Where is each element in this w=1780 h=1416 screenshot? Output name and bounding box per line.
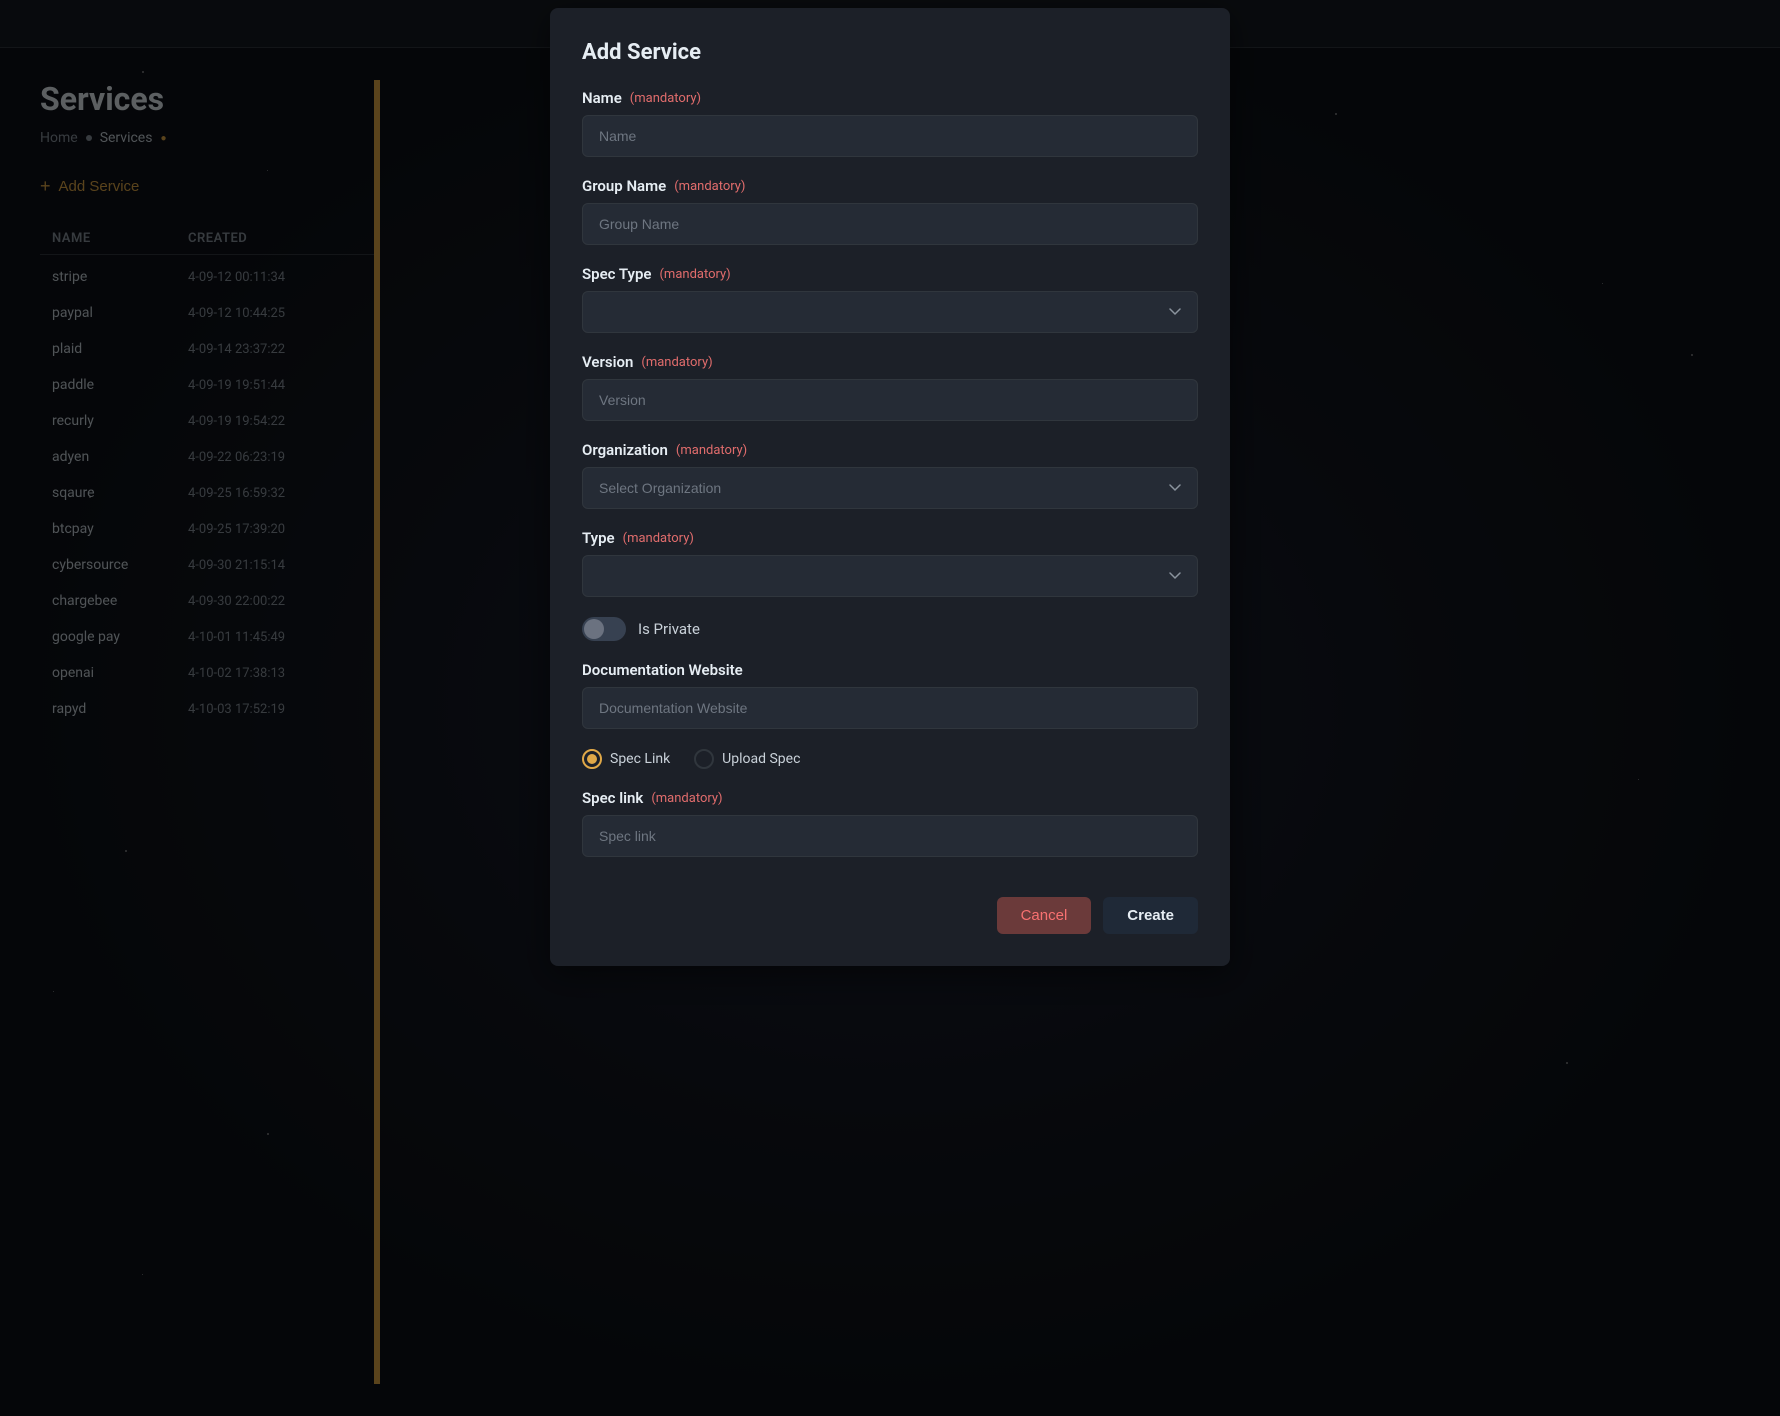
modal-overlay: Add Service Name (mandatory) Group Name … <box>0 0 1780 1416</box>
spec-link-field-group: Spec link (mandatory) <box>582 789 1198 857</box>
spec-link-radio-label: Spec Link <box>610 751 670 767</box>
name-input[interactable] <box>582 115 1198 157</box>
spec-link-radio[interactable]: Spec Link <box>582 749 670 769</box>
name-label: Name (mandatory) <box>582 89 1198 107</box>
name-field-group: Name (mandatory) <box>582 89 1198 157</box>
is-private-toggle[interactable] <box>582 617 626 641</box>
version-field-group: Version (mandatory) <box>582 353 1198 421</box>
organization-select[interactable]: Select Organization <box>582 467 1198 509</box>
group-name-label: Group Name (mandatory) <box>582 177 1198 195</box>
group-name-field-group: Group Name (mandatory) <box>582 177 1198 245</box>
cancel-button[interactable]: Cancel <box>997 897 1092 934</box>
is-private-group: Is Private <box>582 617 1198 641</box>
spec-type-label: Spec Type (mandatory) <box>582 265 1198 283</box>
spec-link-radio-circle <box>582 749 602 769</box>
type-select[interactable] <box>582 555 1198 597</box>
add-service-modal: Add Service Name (mandatory) Group Name … <box>550 8 1230 966</box>
upload-spec-radio-circle <box>694 749 714 769</box>
spec-link-input[interactable] <box>582 815 1198 857</box>
version-label: Version (mandatory) <box>582 353 1198 371</box>
type-field-group: Type (mandatory) <box>582 529 1198 597</box>
documentation-website-field-group: Documentation Website <box>582 661 1198 729</box>
upload-spec-radio[interactable]: Upload Spec <box>694 749 800 769</box>
spec-source-radio-group: Spec Link Upload Spec <box>582 749 1198 769</box>
type-label: Type (mandatory) <box>582 529 1198 547</box>
spec-link-label: Spec link (mandatory) <box>582 789 1198 807</box>
organization-label: Organization (mandatory) <box>582 441 1198 459</box>
modal-title: Add Service <box>582 40 1198 65</box>
group-name-input[interactable] <box>582 203 1198 245</box>
organization-field-group: Organization (mandatory) Select Organiza… <box>582 441 1198 509</box>
spec-type-field-group: Spec Type (mandatory) <box>582 265 1198 333</box>
create-button[interactable]: Create <box>1103 897 1198 934</box>
spec-type-select[interactable] <box>582 291 1198 333</box>
documentation-website-label: Documentation Website <box>582 661 1198 679</box>
upload-spec-radio-label: Upload Spec <box>722 751 800 767</box>
is-private-label: Is Private <box>638 620 700 638</box>
modal-footer: Cancel Create <box>582 881 1198 934</box>
version-input[interactable] <box>582 379 1198 421</box>
documentation-website-input[interactable] <box>582 687 1198 729</box>
toggle-knob <box>584 619 604 639</box>
